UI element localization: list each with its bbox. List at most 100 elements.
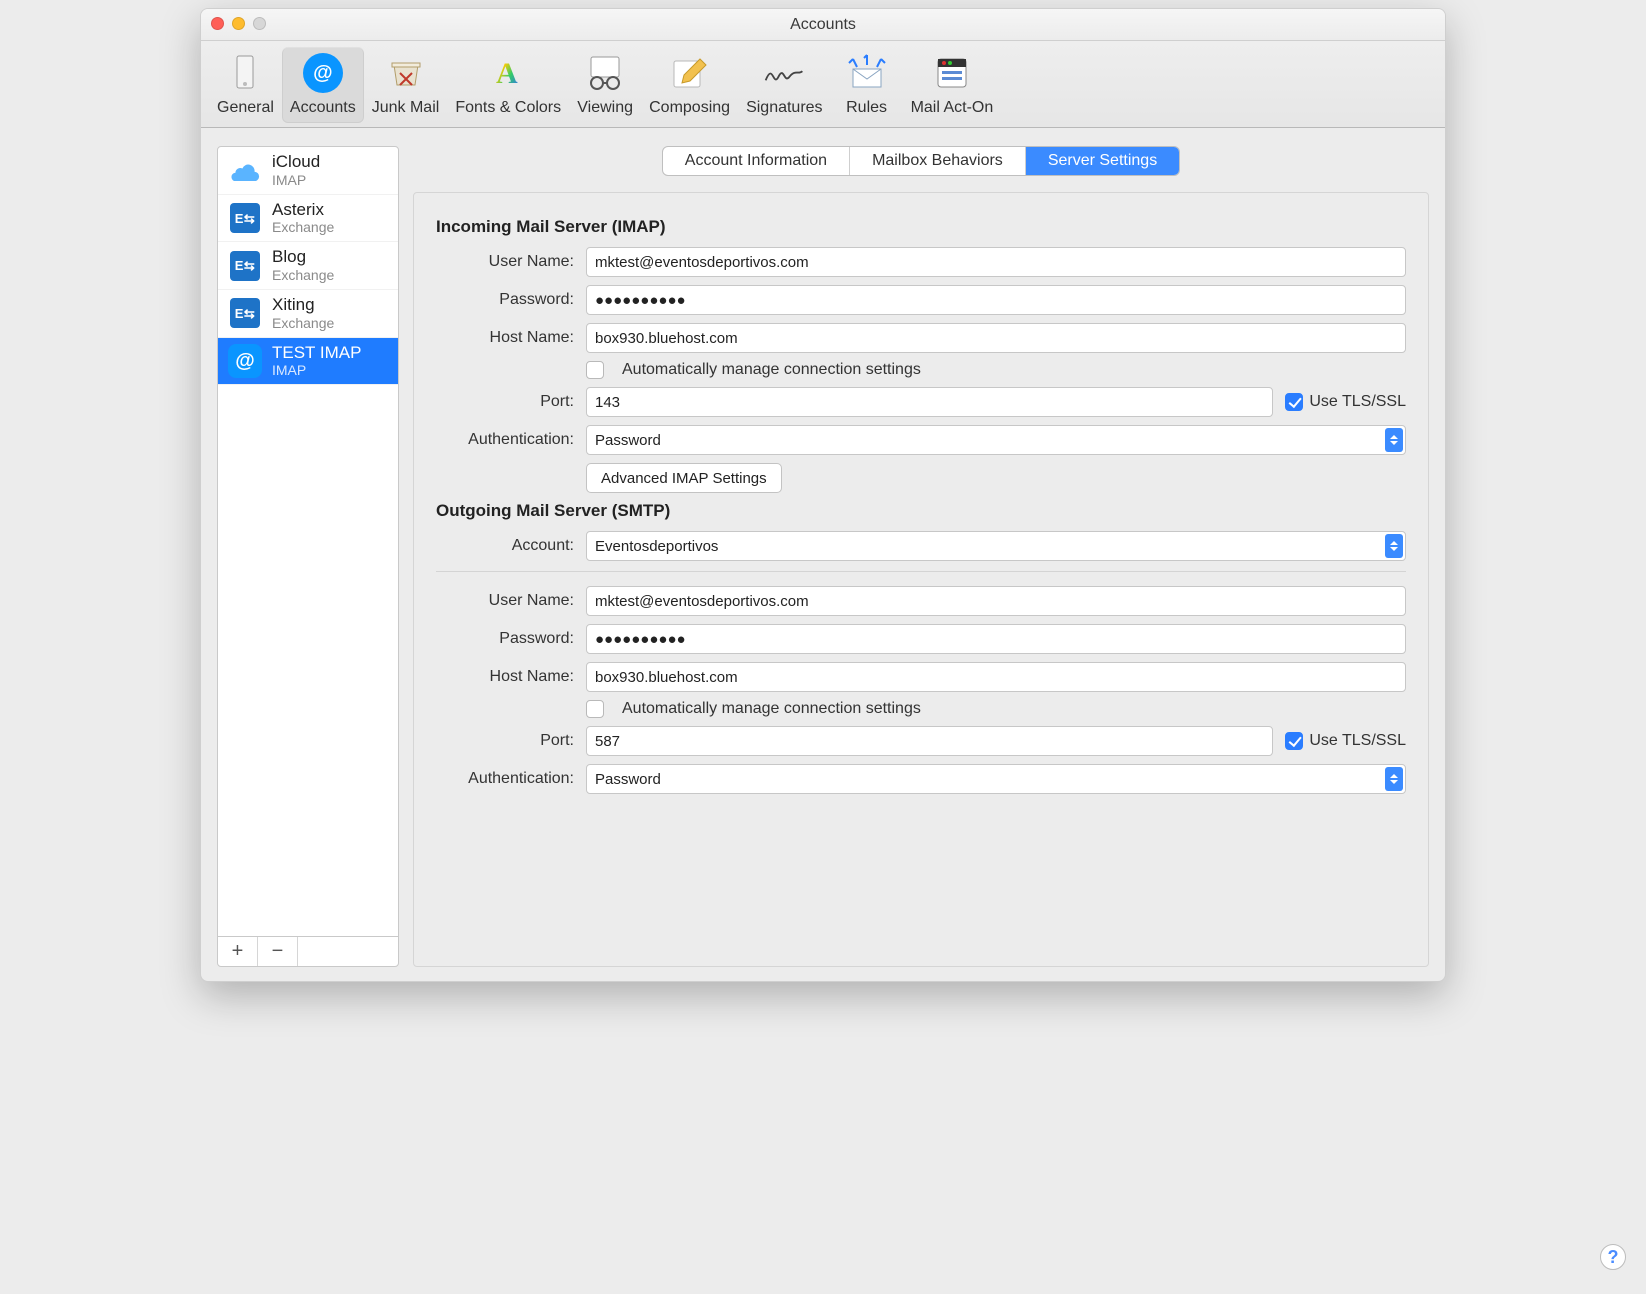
select-stepper-icon [1385, 428, 1403, 452]
toolbar-mail-act-on[interactable]: Mail Act-On [903, 47, 1002, 123]
tab-account-information[interactable]: Account Information [663, 147, 850, 175]
exchange-icon: E⇆ [228, 249, 262, 283]
mail-act-on-icon [930, 51, 974, 95]
outgoing-port-label: Port: [436, 732, 586, 750]
tab-server-settings[interactable]: Server Settings [1026, 147, 1179, 175]
composing-icon [668, 51, 712, 95]
outgoing-account-label: Account: [436, 537, 586, 555]
minimize-window-button[interactable] [232, 17, 245, 30]
account-name: Blog [272, 248, 334, 267]
toolbar-label: Mail Act-On [911, 99, 994, 117]
zoom-window-button[interactable] [253, 17, 266, 30]
incoming-user-name-label: User Name: [436, 253, 586, 271]
account-row-asterix[interactable]: E⇆ Asterix Exchange [218, 195, 398, 243]
general-icon [223, 51, 267, 95]
toolbar-label: Rules [846, 99, 887, 117]
outgoing-auth-value: Password [595, 771, 661, 788]
window-title: Accounts [790, 16, 856, 34]
tab-mailbox-behaviors[interactable]: Mailbox Behaviors [850, 147, 1026, 175]
account-row-xiting[interactable]: E⇆ Xiting Exchange [218, 290, 398, 338]
toolbar-label: General [217, 99, 274, 117]
incoming-password-label: Password: [436, 291, 586, 309]
sidebar-footer-spacer [298, 937, 398, 966]
toolbar-accounts[interactable]: @ Accounts [282, 47, 364, 123]
advanced-imap-settings-button[interactable]: Advanced IMAP Settings [586, 463, 782, 493]
toolbar-signatures[interactable]: Signatures [738, 47, 831, 123]
account-row-icloud[interactable]: iCloud IMAP [218, 147, 398, 195]
toolbar-label: Signatures [746, 99, 823, 117]
outgoing-password-label: Password: [436, 630, 586, 648]
select-stepper-icon [1385, 767, 1403, 791]
titlebar: Accounts [201, 9, 1445, 41]
outgoing-auto-manage-label: Automatically manage connection settings [622, 700, 921, 718]
outgoing-host-name-label: Host Name: [436, 668, 586, 686]
account-row-test-imap[interactable]: @ TEST IMAP IMAP [218, 338, 398, 386]
account-protocol: IMAP [272, 172, 320, 188]
incoming-host-name-label: Host Name: [436, 329, 586, 347]
viewing-icon [583, 51, 627, 95]
toolbar-fonts-colors[interactable]: A Fonts & Colors [447, 47, 569, 123]
remove-account-button[interactable]: − [258, 937, 298, 966]
incoming-auth-label: Authentication: [436, 431, 586, 449]
outgoing-user-name-input[interactable] [586, 586, 1406, 616]
select-stepper-icon [1385, 534, 1403, 558]
toolbar-label: Junk Mail [372, 99, 440, 117]
outgoing-port-input[interactable] [586, 726, 1273, 756]
outgoing-auth-label: Authentication: [436, 770, 586, 788]
incoming-host-name-input[interactable] [586, 323, 1406, 353]
accounts-icon: @ [301, 51, 345, 95]
rules-icon [845, 51, 889, 95]
incoming-auto-manage-checkbox[interactable] [586, 361, 604, 379]
body: iCloud IMAP E⇆ Asterix Exchange E⇆ Blog [201, 128, 1445, 981]
outgoing-auth-select[interactable]: Password [586, 764, 1406, 794]
accounts-sidebar: iCloud IMAP E⇆ Asterix Exchange E⇆ Blog [217, 146, 399, 967]
outgoing-password-input[interactable] [586, 624, 1406, 654]
outgoing-account-select[interactable]: Eventosdeportivos [586, 531, 1406, 561]
outgoing-tls-checkbox[interactable] [1285, 732, 1303, 750]
accounts-list: iCloud IMAP E⇆ Asterix Exchange E⇆ Blog [218, 147, 398, 936]
toolbar-rules[interactable]: Rules [831, 47, 903, 123]
incoming-port-label: Port: [436, 393, 586, 411]
outgoing-account-value: Eventosdeportivos [595, 538, 718, 555]
account-name: iCloud [272, 153, 320, 172]
add-account-button[interactable]: + [218, 937, 258, 966]
incoming-password-input[interactable] [586, 285, 1406, 315]
account-tabs: Account Information Mailbox Behaviors Se… [662, 146, 1180, 176]
account-row-blog[interactable]: E⇆ Blog Exchange [218, 242, 398, 290]
toolbar-label: Composing [649, 99, 730, 117]
preferences-window: Accounts General @ Accounts Junk Mail [200, 8, 1446, 982]
exchange-icon: E⇆ [228, 201, 262, 235]
outgoing-user-name-label: User Name: [436, 592, 586, 610]
incoming-tls-label: Use TLS/SSL [1309, 393, 1406, 411]
junk-mail-icon [384, 51, 428, 95]
incoming-tls-checkbox[interactable] [1285, 393, 1303, 411]
incoming-auto-manage-label: Automatically manage connection settings [622, 361, 921, 379]
server-settings-pane: Incoming Mail Server (IMAP) User Name: P… [413, 192, 1429, 967]
content-area: Account Information Mailbox Behaviors Se… [413, 146, 1429, 967]
incoming-section-title: Incoming Mail Server (IMAP) [436, 217, 1406, 237]
account-protocol: Exchange [272, 267, 334, 283]
outgoing-auto-manage-checkbox[interactable] [586, 700, 604, 718]
at-icon: @ [228, 344, 262, 378]
outgoing-host-name-input[interactable] [586, 662, 1406, 692]
incoming-port-input[interactable] [586, 387, 1273, 417]
svg-text:A: A [496, 57, 518, 90]
account-name: Asterix [272, 201, 334, 220]
toolbar-viewing[interactable]: Viewing [569, 47, 641, 123]
outgoing-section-title: Outgoing Mail Server (SMTP) [436, 501, 1406, 521]
incoming-user-name-input[interactable] [586, 247, 1406, 277]
account-protocol: IMAP [272, 362, 361, 378]
prefs-toolbar: General @ Accounts Junk Mail A Fonts & C… [201, 41, 1445, 128]
close-window-button[interactable] [211, 17, 224, 30]
toolbar-label: Viewing [577, 99, 633, 117]
toolbar-general[interactable]: General [209, 47, 282, 123]
incoming-auth-select[interactable]: Password [586, 425, 1406, 455]
account-name: TEST IMAP [272, 344, 361, 363]
sidebar-footer: + − [218, 936, 398, 966]
toolbar-composing[interactable]: Composing [641, 47, 738, 123]
traffic-lights [211, 17, 266, 30]
outgoing-tls-label: Use TLS/SSL [1309, 732, 1406, 750]
toolbar-junk-mail[interactable]: Junk Mail [364, 47, 448, 123]
account-protocol: Exchange [272, 315, 334, 331]
exchange-icon: E⇆ [228, 296, 262, 330]
